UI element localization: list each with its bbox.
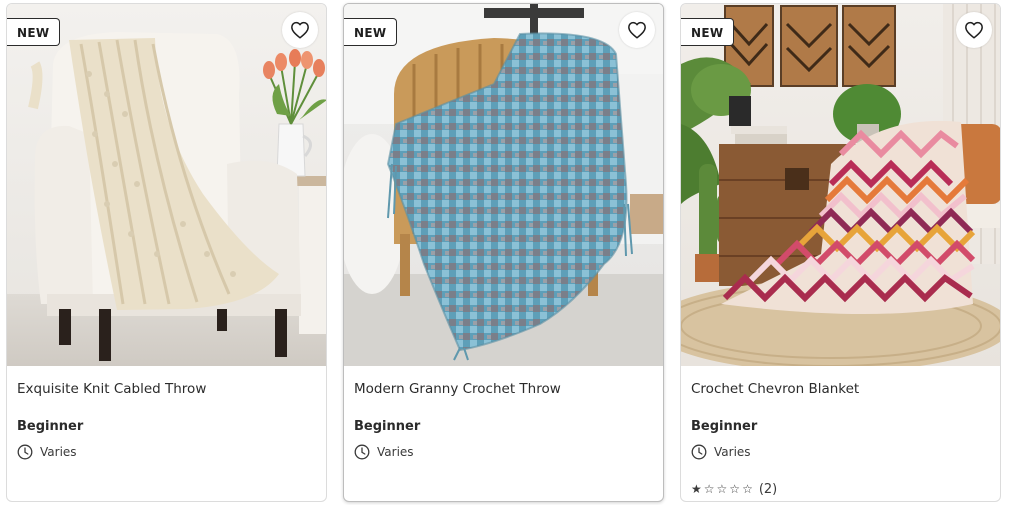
favorite-button[interactable] <box>619 12 655 48</box>
star-empty-icon: ☆ <box>716 482 728 496</box>
new-badge: NEW <box>7 18 61 46</box>
clock-icon <box>691 444 707 460</box>
favorite-button[interactable] <box>282 12 318 48</box>
heart-outline-icon <box>965 21 983 39</box>
heart-outline-icon <box>291 21 309 39</box>
star-empty-icon: ☆ <box>742 482 753 496</box>
product-image[interactable]: NEW <box>7 4 326 366</box>
product-card[interactable]: NEW Crochet Chevron Blanket Beginner Var… <box>680 3 1001 502</box>
skill-level: Beginner <box>17 419 84 434</box>
time-estimate: Varies <box>354 443 653 461</box>
skill-level: Beginner <box>691 419 758 434</box>
granny-throw-photo <box>344 4 663 366</box>
product-card[interactable]: NEW Modern Granny Crochet Throw Beginner… <box>343 3 664 502</box>
star-rating: ★ ☆ ☆ ☆ ☆ <box>691 483 753 495</box>
time-estimate: Varies <box>691 443 990 461</box>
product-title[interactable]: Modern Granny Crochet Throw <box>354 379 653 399</box>
favorite-button[interactable] <box>956 12 992 48</box>
review-count[interactable]: (2) <box>759 482 777 497</box>
product-info: Modern Granny Crochet Throw Beginner Var… <box>344 379 663 461</box>
skill-level: Beginner <box>354 419 421 434</box>
new-badge: NEW <box>681 18 735 46</box>
product-card[interactable]: NEW Exquisite Knit Cabled Throw Beginner… <box>6 3 327 502</box>
heart-outline-icon <box>628 21 646 39</box>
product-info: Crochet Chevron Blanket Beginner Varies … <box>681 379 1000 498</box>
time-estimate: Varies <box>17 443 316 461</box>
chevron-blanket-photo <box>681 4 1000 366</box>
cable-throw-photo <box>7 4 326 366</box>
product-title[interactable]: Crochet Chevron Blanket <box>691 379 990 399</box>
star-filled-icon: ★ <box>691 482 702 496</box>
product-info: Exquisite Knit Cabled Throw Beginner Var… <box>7 379 326 461</box>
clock-icon <box>354 444 370 460</box>
time-label: Varies <box>714 445 751 459</box>
product-image[interactable]: NEW <box>344 4 663 366</box>
clock-icon <box>17 444 33 460</box>
time-label: Varies <box>40 445 77 459</box>
product-image[interactable]: NEW <box>681 4 1000 366</box>
time-label: Varies <box>377 445 414 459</box>
product-grid: NEW Exquisite Knit Cabled Throw Beginner… <box>0 0 1024 505</box>
star-empty-icon: ☆ <box>729 482 741 496</box>
rating[interactable]: ★ ☆ ☆ ☆ ☆ (2) <box>691 480 990 498</box>
product-title[interactable]: Exquisite Knit Cabled Throw <box>17 379 316 399</box>
star-empty-icon: ☆ <box>703 482 715 496</box>
new-badge: NEW <box>344 18 398 46</box>
